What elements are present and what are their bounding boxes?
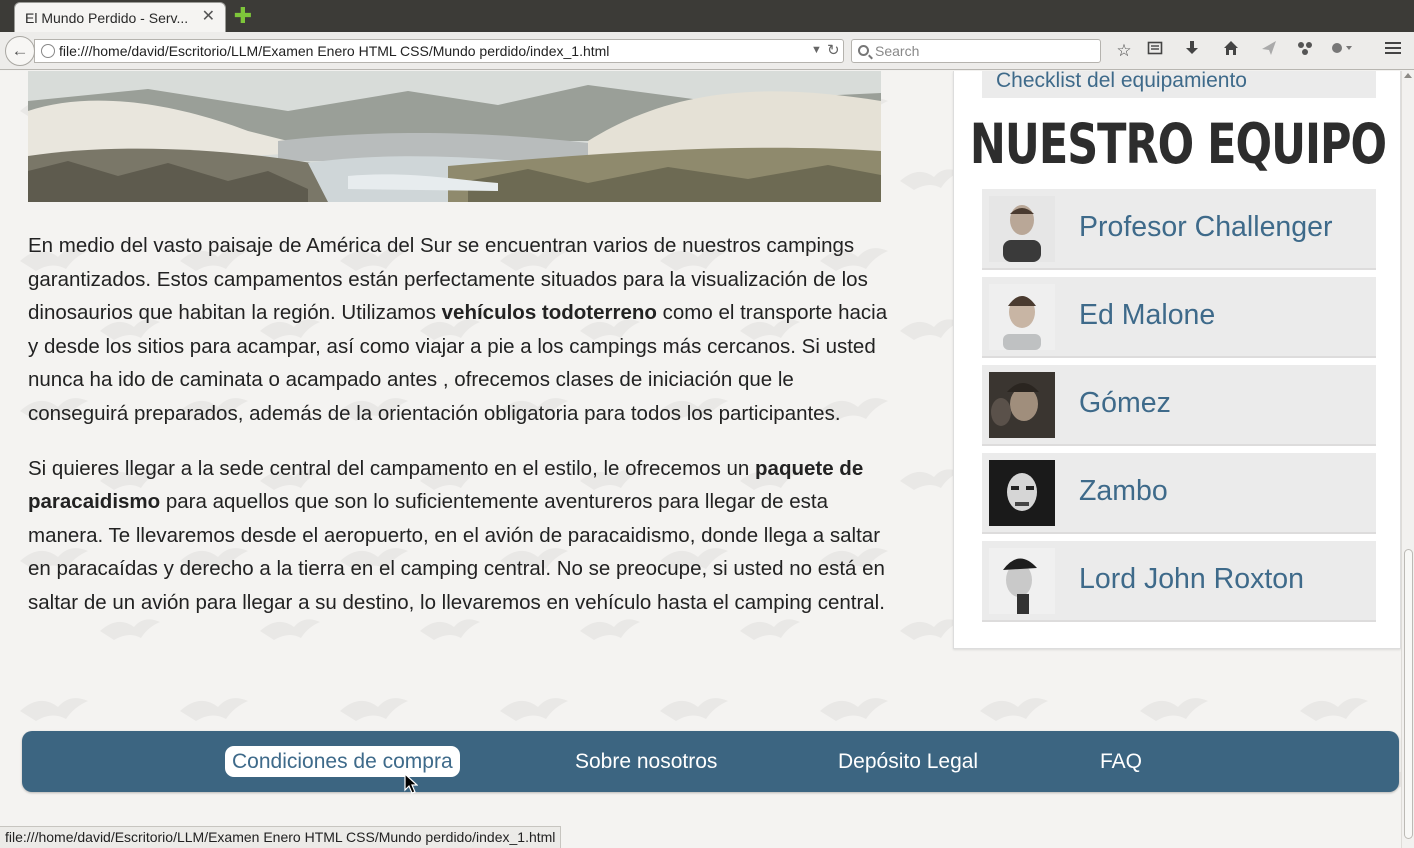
new-tab-icon[interactable]: ✚ xyxy=(232,5,254,27)
browser-tab[interactable]: El Mundo Perdido - Serv... ✕ xyxy=(14,2,226,32)
search-input[interactable]: Search xyxy=(851,39,1101,63)
tab-bar: El Mundo Perdido - Serv... ✕ ✚ xyxy=(0,0,1414,32)
hero-landscape-image xyxy=(28,71,881,202)
send-icon[interactable] xyxy=(1258,40,1280,62)
team-member-card[interactable]: Gómez xyxy=(982,365,1376,446)
article-body: En medio del vasto paisaje de América de… xyxy=(28,229,888,641)
team-member-card[interactable]: Ed Malone xyxy=(982,277,1376,358)
url-text[interactable]: file:///home/david/Escritorio/LLM/Examen… xyxy=(59,43,609,59)
member-name[interactable]: Zambo xyxy=(1079,475,1168,508)
checklist-link[interactable]: Checklist del equipamiento xyxy=(982,71,1376,98)
member-name[interactable]: Lord John Roxton xyxy=(1079,563,1304,596)
extension-icon[interactable] xyxy=(1330,40,1352,62)
search-icon xyxy=(858,45,869,56)
back-arrow-icon: ← xyxy=(11,41,29,60)
mouse-cursor-icon xyxy=(404,773,418,794)
footer-link-faq[interactable]: FAQ xyxy=(1100,746,1142,777)
emphasis-vehicles: vehículos todoterreno xyxy=(441,301,657,325)
navigation-toolbar: file:///home/david/Escritorio/LLM/Examen… xyxy=(0,32,1414,70)
close-tab-icon[interactable]: ✕ xyxy=(202,8,215,26)
team-member-card[interactable]: Profesor Challenger xyxy=(982,189,1376,270)
url-bar[interactable]: file:///home/david/Escritorio/LLM/Examen… xyxy=(34,39,844,63)
status-bar: file:///home/david/Escritorio/LLM/Examen… xyxy=(0,826,562,848)
avatar xyxy=(989,284,1055,350)
footer-nav: Condiciones de compra Sobre nosotros Dep… xyxy=(22,731,1399,792)
globe-icon xyxy=(41,44,55,58)
back-button[interactable]: ← xyxy=(5,36,35,66)
scrollbar[interactable] xyxy=(1401,71,1414,848)
search-placeholder: Search xyxy=(875,43,920,59)
team-member-card[interactable]: Zambo xyxy=(982,453,1376,534)
avatar xyxy=(989,372,1055,438)
page-viewport: En medio del vasto paisaje de América de… xyxy=(0,71,1401,848)
avatar xyxy=(989,460,1055,526)
star-icon[interactable]: ☆ xyxy=(1113,40,1135,62)
team-heading: NUESTRO EQUIPO xyxy=(969,113,1387,177)
footer-link-condiciones[interactable]: Condiciones de compra xyxy=(225,746,460,777)
scroll-up-icon[interactable] xyxy=(1404,73,1412,78)
reload-icon[interactable]: ↻ xyxy=(827,41,840,59)
reading-list-icon[interactable] xyxy=(1144,40,1166,62)
article-paragraph: Si quieres llegar a la sede central del … xyxy=(28,456,885,614)
member-name[interactable]: Ed Malone xyxy=(1079,299,1215,332)
team-member-card[interactable]: Lord John Roxton xyxy=(982,541,1376,622)
sidebar: Checklist del equipamiento NUESTRO EQUIP… xyxy=(953,71,1401,649)
scrollbar-thumb[interactable] xyxy=(1404,549,1413,839)
tab-title: El Mundo Perdido - Serv... xyxy=(25,10,189,26)
download-icon[interactable] xyxy=(1181,40,1203,62)
member-name[interactable]: Gómez xyxy=(1079,387,1171,420)
member-name[interactable]: Profesor Challenger xyxy=(1079,211,1332,244)
avatar xyxy=(989,196,1055,262)
menu-icon[interactable] xyxy=(1382,40,1404,62)
footer-link-sobre-nosotros[interactable]: Sobre nosotros xyxy=(575,746,717,777)
avatar xyxy=(989,548,1055,614)
article-paragraph: En medio del vasto paisaje de América de… xyxy=(28,234,888,425)
url-dropdown-icon[interactable]: ▼ xyxy=(811,44,822,56)
footer-link-deposito-legal[interactable]: Depósito Legal xyxy=(838,746,978,777)
share-icon[interactable] xyxy=(1294,40,1316,62)
home-icon[interactable] xyxy=(1220,40,1242,62)
